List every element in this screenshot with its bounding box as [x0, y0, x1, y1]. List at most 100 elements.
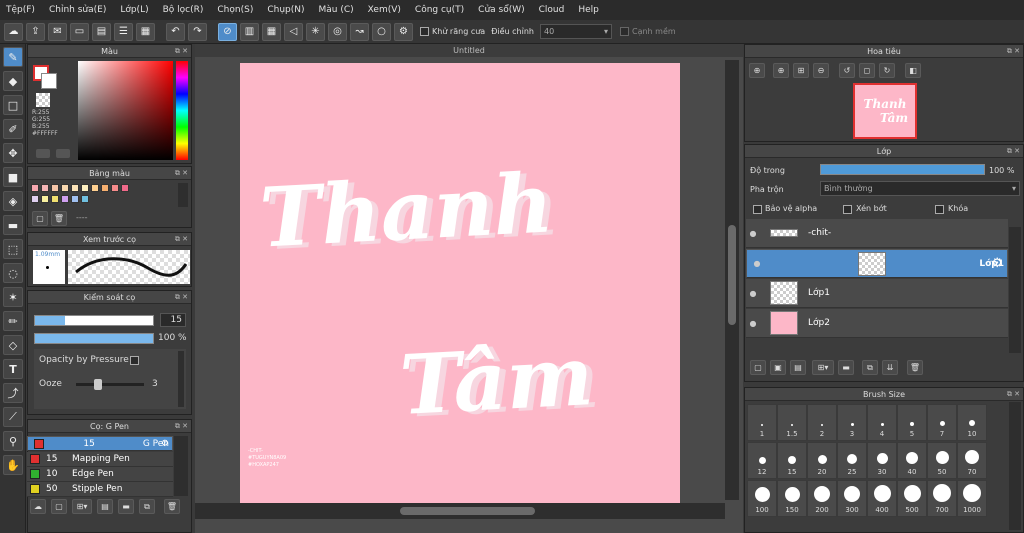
brush-size-cell[interactable]: 1000	[957, 480, 987, 517]
hue-slider[interactable]	[176, 61, 188, 160]
eyedropper-icon[interactable]: ⚲	[3, 431, 23, 451]
opacity-pressure-checkbox[interactable]	[130, 356, 139, 365]
grid-icon[interactable]: ▦	[136, 22, 155, 41]
panel-menu-icon[interactable]: ⧉ ✕	[1007, 145, 1020, 158]
layer-row[interactable]: ● Lớp2	[746, 309, 1008, 338]
brush-size-cell[interactable]: 20	[807, 442, 837, 479]
transparent-color-swatch[interactable]	[36, 93, 50, 107]
duplicate-icon[interactable]: ⧉	[139, 499, 155, 514]
add-brush-icon[interactable]: ⊞▾	[72, 499, 92, 514]
palette-swatch[interactable]	[91, 184, 99, 192]
gear-icon[interactable]: ⚙	[161, 439, 169, 449]
delete-brush-icon[interactable]: 🗑	[164, 499, 180, 514]
text-icon[interactable]: T	[3, 359, 23, 379]
menu-cloud[interactable]: Cloud	[539, 5, 565, 15]
adjust-select[interactable]: 40 ▾	[539, 24, 612, 39]
redo-icon[interactable]: ↷	[188, 22, 207, 41]
brush-size-cell[interactable]: 300	[837, 480, 867, 517]
brush-size-cell[interactable]: 1	[747, 404, 777, 441]
rotate-right-icon[interactable]: ↻	[879, 63, 895, 78]
circle-snap-icon[interactable]: ◎	[328, 22, 347, 41]
panel-menu-icon[interactable]: ⧉ ✕	[1007, 45, 1020, 58]
background-color-swatch[interactable]	[41, 73, 57, 89]
layer-opacity-slider[interactable]	[820, 164, 985, 175]
move-icon[interactable]: ✥	[3, 143, 23, 163]
ooze-slider-thumb[interactable]	[94, 379, 102, 390]
palette-swatch[interactable]	[51, 184, 59, 192]
cloud-brush-icon[interactable]: ☁	[30, 499, 46, 514]
magic-wand-icon[interactable]: ✶	[3, 287, 23, 307]
layer-folder-icon[interactable]: ▬	[838, 360, 854, 375]
select-pen-icon[interactable]: ✏	[3, 311, 23, 331]
dot-icon[interactable]: □	[3, 95, 23, 115]
brush-size-cell[interactable]: 7	[927, 404, 957, 441]
gear-icon[interactable]: ⚙	[991, 256, 1003, 271]
new-layer-icon[interactable]: ▢	[750, 360, 766, 375]
shape-icon[interactable]: ■	[3, 167, 23, 187]
brush-size-cell[interactable]: 30	[867, 442, 897, 479]
new-brush-icon[interactable]: ▢	[51, 499, 67, 514]
brush-size-cell[interactable]: 200	[807, 480, 837, 517]
menu-window[interactable]: Cửa sổ(W)	[478, 5, 524, 15]
protect-alpha-checkbox[interactable]	[753, 205, 762, 214]
palette-swatch[interactable]	[81, 184, 89, 192]
delete-layer-icon[interactable]: 🗑	[907, 360, 923, 375]
canvas-horizontal-scrollbar[interactable]	[195, 503, 725, 519]
blur-icon[interactable]: ✐	[3, 119, 23, 139]
layer-list-scrollbar[interactable]	[1009, 227, 1021, 353]
color-mode-button[interactable]	[36, 149, 50, 158]
panel-menu-icon[interactable]: ⧉ ✕	[175, 420, 188, 433]
ooze-slider[interactable]	[76, 379, 144, 390]
brush-settings-icon[interactable]: ▤	[97, 499, 113, 514]
artboard[interactable]: Thanh Tâm -CHIT- #TUGUYN8A09 #HOXAP247	[240, 63, 680, 503]
divider-icon[interactable]: ⟋	[3, 407, 23, 427]
palette-swatch[interactable]	[31, 184, 39, 192]
brush-size-cell[interactable]: 100	[747, 480, 777, 517]
canvas-vertical-scrollbar[interactable]	[725, 60, 739, 500]
eye-icon[interactable]: ●	[746, 229, 760, 238]
menu-view[interactable]: Xem(V)	[368, 5, 401, 15]
palette-swatch[interactable]	[31, 195, 39, 203]
menu-capture[interactable]: Chụp(N)	[267, 5, 304, 15]
menu-file[interactable]: Tệp(F)	[6, 5, 35, 15]
menu-filter[interactable]: Bộ lọc(R)	[163, 5, 204, 15]
message-icon[interactable]: ▭	[70, 22, 89, 41]
ring-snap-icon[interactable]: ○	[372, 22, 391, 41]
brush-size-cell[interactable]: 10	[957, 404, 987, 441]
blend-mode-select[interactable]: Bình thường ▾	[820, 181, 1020, 196]
lock-checkbox[interactable]	[935, 205, 944, 214]
navigator-preview[interactable]: Thanh Tâm	[853, 83, 917, 139]
new-layer-1bit-icon[interactable]: ▤	[790, 360, 806, 375]
merge-layer-icon[interactable]: ⇊	[882, 360, 898, 375]
brush-size-cell[interactable]: 400	[867, 480, 897, 517]
rotate-left-icon[interactable]: ↺	[839, 63, 855, 78]
snap-settings-icon[interactable]: ⚙	[394, 22, 413, 41]
select-icon[interactable]: ⬚	[3, 239, 23, 259]
panel-menu-icon[interactable]: ⧉ ✕	[175, 167, 188, 180]
radial-snap-icon[interactable]: ✳	[306, 22, 325, 41]
comment-icon[interactable]: ✉	[48, 22, 67, 41]
clipping-checkbox[interactable]	[843, 205, 852, 214]
duplicate-layer-icon[interactable]: ⧉	[862, 360, 878, 375]
folder-icon[interactable]: ▬	[118, 499, 134, 514]
zoom-fit-icon[interactable]: ⊕	[749, 63, 765, 78]
palette-scrollbar[interactable]	[178, 183, 188, 207]
fill-icon[interactable]: ◈	[3, 191, 23, 211]
brush-size-cell[interactable]: 4	[867, 404, 897, 441]
color-picker-button[interactable]	[56, 149, 70, 158]
panel-menu-icon[interactable]: ⧉ ✕	[1007, 388, 1020, 401]
parallel-snap-icon[interactable]: ▥	[240, 22, 259, 41]
undo-icon[interactable]: ↶	[166, 22, 185, 41]
antialias-checkbox[interactable]	[420, 27, 429, 36]
brush-size-cell[interactable]: 12	[747, 442, 777, 479]
palette-swatch[interactable]	[41, 184, 49, 192]
new-palette-icon[interactable]: ▢	[32, 211, 48, 226]
palette-swatch[interactable]	[71, 184, 79, 192]
brush-size-cell[interactable]: 2	[807, 404, 837, 441]
brush-options-scrollbar[interactable]	[178, 351, 184, 407]
brush-opacity-slider[interactable]	[34, 333, 154, 344]
brush-size-slider[interactable]	[34, 315, 154, 326]
brush-size-cell[interactable]: 15	[777, 442, 807, 479]
palette-swatch[interactable]	[41, 195, 49, 203]
layer-row[interactable]: ● Lớp1	[746, 279, 1008, 308]
